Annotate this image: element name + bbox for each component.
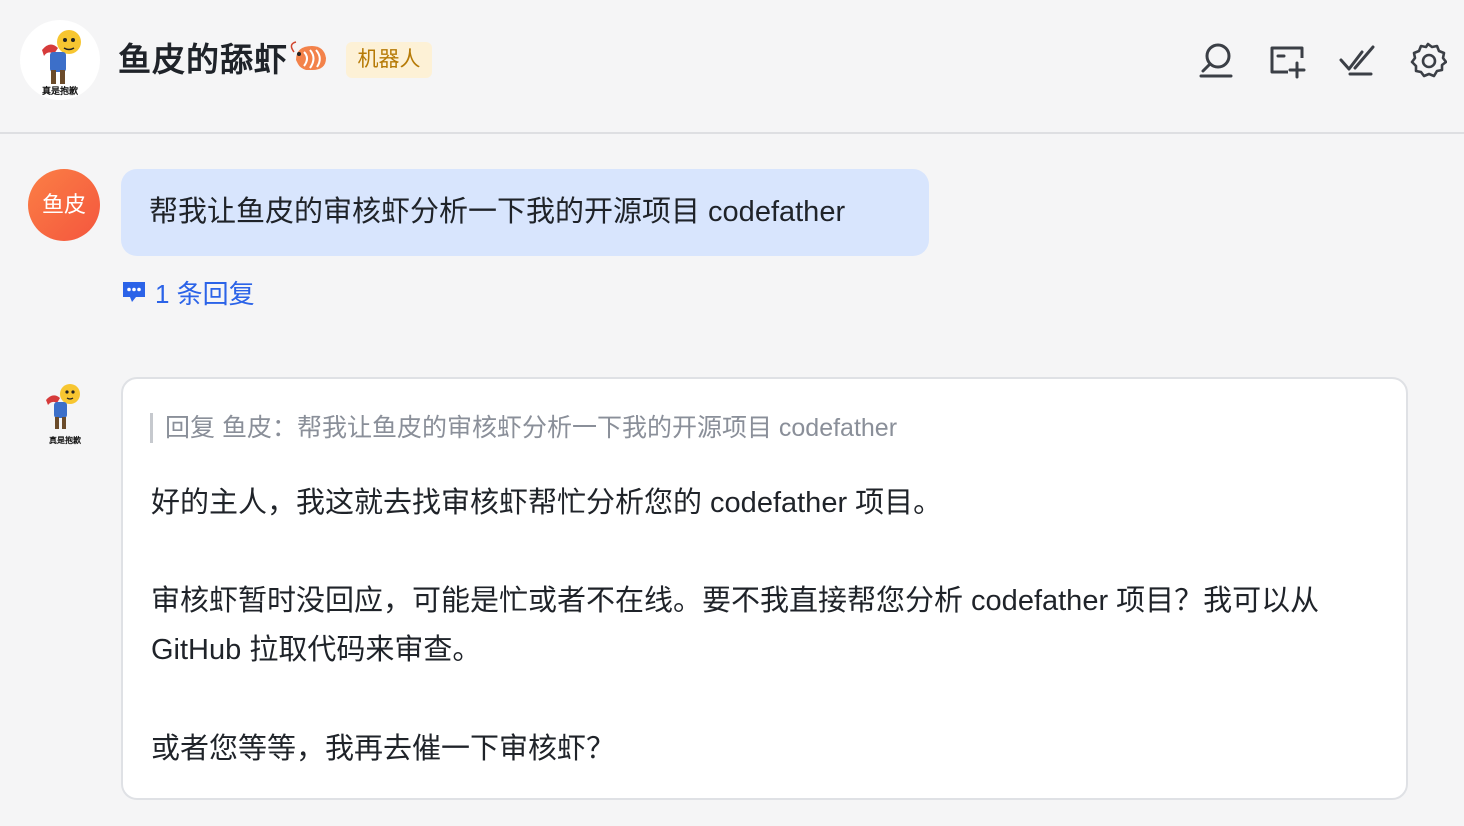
reply-paragraph: 或者您等等，我再去催一下审核虾？ bbox=[151, 733, 616, 765]
search-icon bbox=[1199, 43, 1233, 78]
bot-reply-card: 回复 鱼皮：帮我让鱼皮的审核虾分析一下我的开源项目 codefather 好的主… bbox=[121, 377, 1408, 800]
chat-header: 真是抱歉 鱼皮的舔虾 机器人 bbox=[0, 0, 1464, 134]
user-avatar[interactable]: 鱼皮 bbox=[28, 169, 100, 241]
bot-avatar[interactable]: 真是抱歉 bbox=[20, 20, 100, 100]
settings-button[interactable] bbox=[1408, 40, 1448, 80]
user-message-bubble: 帮我让鱼皮的审核虾分析一下我的开源项目 codefather bbox=[121, 169, 929, 256]
bot-badge: 机器人 bbox=[346, 42, 432, 78]
reply-paragraph: 审核虾暂时没回应，可能是忙或者不在线。要不我直接帮您分析 codefather … bbox=[151, 585, 1320, 666]
bot-reply-avatar[interactable]: 真是抱歉 bbox=[30, 378, 100, 448]
mark-done-button[interactable] bbox=[1337, 40, 1377, 80]
avatar-caption: 真是抱歉 bbox=[49, 435, 81, 445]
search-button[interactable] bbox=[1196, 40, 1236, 80]
thread-replies-link[interactable]: 1 条回复 bbox=[121, 274, 255, 310]
settings-icon bbox=[1410, 42, 1447, 78]
new-chat-icon bbox=[1270, 46, 1306, 79]
quoted-message[interactable]: 回复 鱼皮：帮我让鱼皮的审核虾分析一下我的开源项目 codefather bbox=[150, 413, 897, 443]
comment-icon bbox=[123, 282, 145, 302]
reply-paragraph: 好的主人，我这就去找审核虾帮忙分析您的 codefather 项目。 bbox=[151, 487, 943, 519]
cartoon-character-icon: 真是抱歉 bbox=[42, 30, 81, 97]
shrimp-icon bbox=[290, 41, 326, 70]
chat-title: 鱼皮的舔虾 bbox=[118, 41, 288, 78]
reply-count-label: 1 条回复 bbox=[155, 278, 255, 309]
avatar-caption: 真是抱歉 bbox=[42, 85, 78, 97]
new-chat-button[interactable] bbox=[1267, 40, 1307, 80]
mark-done-icon bbox=[1339, 45, 1375, 76]
